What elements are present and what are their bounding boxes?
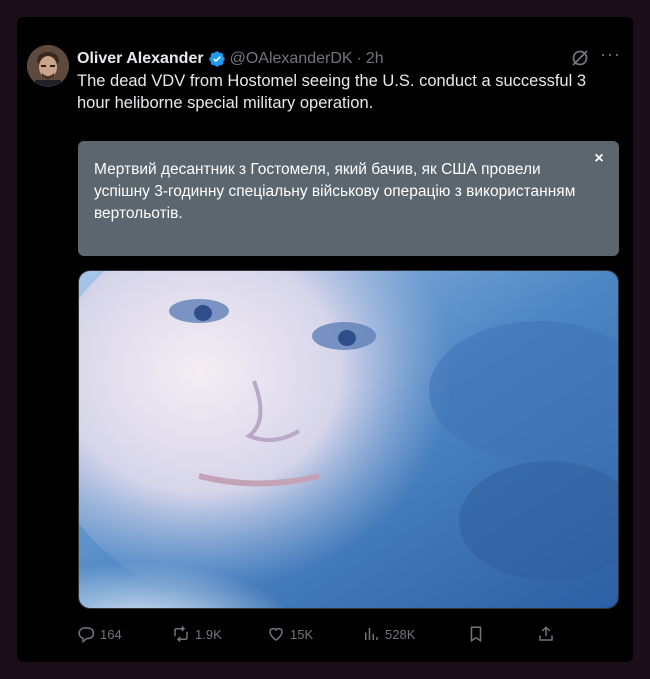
timestamp[interactable]: 2h: [366, 50, 384, 68]
reply-count: 164: [100, 626, 122, 642]
translation-box: Мертвий десантник з Гостомеля, який бачи…: [78, 141, 619, 256]
repost-icon: [174, 625, 188, 643]
author-handle[interactable]: @OAlexanderDK: [230, 50, 353, 68]
avatar[interactable]: [27, 45, 69, 87]
translation-text: Мертвий десантник з Гостомеля, який бачи…: [94, 161, 576, 222]
verified-badge-icon: [208, 50, 226, 68]
tweet-card: Oliver Alexander @OAlexanderDK · 2h ··· …: [17, 17, 633, 662]
grok-icon[interactable]: [570, 48, 590, 68]
views-button[interactable]: 528K: [362, 622, 415, 646]
close-icon[interactable]: ×: [589, 149, 609, 169]
author-name[interactable]: Oliver Alexander: [77, 50, 204, 68]
repost-button[interactable]: 1.9K: [172, 622, 222, 646]
reply-button[interactable]: 164: [77, 622, 122, 646]
repost-count: 1.9K: [195, 626, 222, 642]
bookmark-button[interactable]: [467, 622, 490, 646]
reply-icon: [78, 627, 95, 643]
share-icon: [539, 626, 553, 641]
post-image[interactable]: [78, 270, 619, 609]
action-bar: 164 1.9K 15K 528K: [77, 622, 617, 646]
bookmark-icon: [470, 626, 482, 643]
share-button[interactable]: [537, 622, 560, 646]
post-header: Oliver Alexander @OAlexanderDK · 2h: [77, 48, 384, 70]
post-text: The dead VDV from Hostomel seeing the U.…: [77, 72, 587, 112]
like-count: 15K: [290, 626, 314, 642]
heart-icon: [269, 627, 283, 641]
like-button[interactable]: 15K: [267, 622, 313, 646]
views-icon: [365, 628, 378, 640]
separator: ·: [356, 50, 362, 67]
views-count: 528K: [385, 626, 416, 642]
more-options-icon[interactable]: ···: [600, 44, 621, 65]
